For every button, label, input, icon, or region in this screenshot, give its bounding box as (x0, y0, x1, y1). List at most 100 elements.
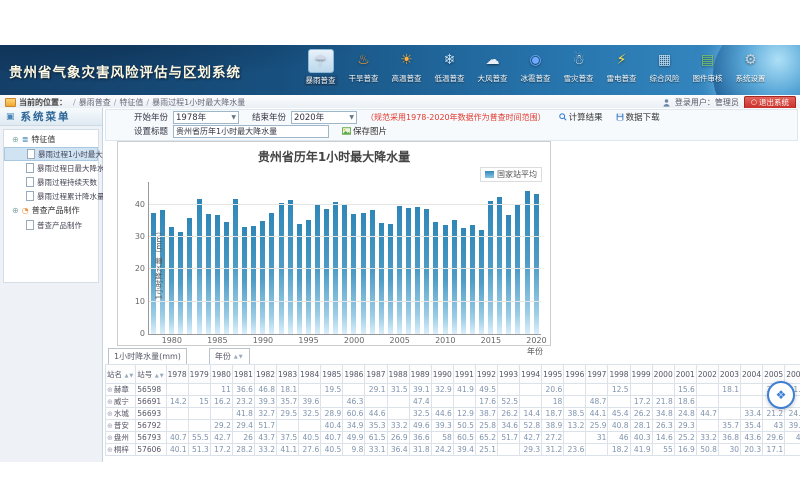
sidebar-item-1-1[interactable]: 暴雨过程1小时最大降水量 (4, 147, 98, 161)
column-header-year-1984-label: 1984 (300, 370, 319, 379)
column-header-year-1988[interactable]: 1988 (387, 365, 409, 384)
sidebar-item-1-2[interactable]: 暴雨过程日最大降水量 (4, 161, 98, 175)
row-expander-icon[interactable]: ⊕ (107, 434, 113, 442)
sort-arrows-icon[interactable]: ▲▼ (122, 373, 134, 379)
column-header-year-2003[interactable]: 2003 (718, 365, 740, 384)
column-header-year-2000[interactable]: 2000 (652, 365, 674, 384)
column-header-year-2001[interactable]: 2001 (674, 365, 696, 384)
column-header-year-2004[interactable]: 2004 (741, 365, 763, 384)
sidebar-group-1[interactable]: ⊕≣特征值 (4, 132, 98, 147)
toolbar-item-9[interactable]: ▦综合风险 (645, 49, 684, 86)
column-header-year-1994[interactable]: 1994 (520, 365, 542, 384)
breadcrumb-item-1[interactable]: 暴雨普查 (79, 98, 111, 107)
value-cell (365, 396, 387, 408)
measure-selector[interactable]: 1小时降水量(mm) (108, 348, 187, 365)
column-header-year-2002-label: 2002 (698, 370, 717, 379)
column-header-year-1984[interactable]: 1984 (299, 365, 321, 384)
column-header-station-name[interactable]: 站名 ▲▼ (106, 365, 136, 384)
column-header-station-id[interactable]: 站号 ▲▼ (136, 365, 166, 384)
sidebar-group-2[interactable]: ⊕◔普查产品制作 (4, 203, 98, 218)
toolbar-item-4[interactable]: ❄低温普查 (430, 49, 469, 86)
value-cell: 26.3 (652, 420, 674, 432)
toolbar-item-10[interactable]: ▤图件审核 (688, 49, 727, 86)
row-expander-icon[interactable]: ⊕ (107, 446, 113, 454)
toolbar-item-8[interactable]: ⚡雷电普查 (602, 49, 641, 86)
column-header-year-1991[interactable]: 1991 (453, 365, 475, 384)
toolbar-item-label: 综合风险 (650, 73, 680, 84)
row-expander-icon[interactable]: ⊕ (107, 410, 113, 418)
chevron-down-icon: ▼ (349, 114, 354, 121)
calculate-button[interactable]: 计算结果 (559, 111, 603, 123)
value-cell: 32.9 (431, 384, 453, 396)
value-cell: 31.8 (409, 444, 431, 456)
row-expander-icon[interactable]: ⊕ (107, 386, 113, 394)
column-header-year-1987[interactable]: 1987 (365, 365, 387, 384)
toolbar-item-6[interactable]: ◉冰雹普查 (516, 49, 555, 86)
sidebar-item-2-1[interactable]: 普查产品制作 (4, 218, 98, 232)
gridline (149, 268, 541, 269)
pivot-year-selector[interactable]: 年份 ▲▼ (209, 348, 250, 365)
sort-arrows-icon[interactable]: ▲▼ (152, 373, 164, 379)
sidebar-item-1-3[interactable]: 暴雨过程持续天数 (4, 175, 98, 189)
column-header-year-1993[interactable]: 1993 (497, 365, 519, 384)
column-header-year-1979[interactable]: 1979 (188, 365, 210, 384)
column-header-year-1981[interactable]: 1981 (232, 365, 254, 384)
toolbar-item-11[interactable]: ⚙系统设置 (731, 49, 770, 86)
value-cell: 11 (210, 384, 232, 396)
value-cell: 31.5 (387, 384, 409, 396)
column-header-year-1996[interactable]: 1996 (564, 365, 586, 384)
column-header-year-1997[interactable]: 1997 (586, 365, 608, 384)
tree-expander-icon[interactable]: ⊕ (12, 135, 19, 144)
tree-expander-icon[interactable]: ⊕ (12, 206, 19, 215)
station-name: 威宁 (114, 397, 129, 406)
breadcrumb-item-3[interactable]: 暴雨过程1小时最大降水量 (152, 98, 245, 107)
column-header-year-1978-label: 1978 (168, 370, 187, 379)
value-cell (166, 408, 188, 420)
toolbar-item-1[interactable]: ☂暴雨普查 (301, 49, 340, 86)
column-header-year-1998[interactable]: 1998 (608, 365, 630, 384)
column-header-year-2006[interactable]: 2006 (785, 365, 800, 384)
page-icon (26, 191, 34, 201)
bar-1985 (215, 215, 220, 334)
column-header-year-1980[interactable]: 1980 (210, 365, 232, 384)
download-button[interactable]: 数据下载 (616, 111, 660, 123)
column-header-year-1990[interactable]: 1990 (431, 365, 453, 384)
chart-legend[interactable]: 国家站平均 (480, 167, 542, 182)
floating-widget-icon[interactable]: ❖ (767, 381, 795, 409)
x-tick-label: 1985 (207, 336, 227, 345)
column-header-year-1980-label: 1980 (212, 370, 231, 379)
bar-2019 (525, 191, 530, 334)
toolbar-item-3[interactable]: ☀高温普查 (387, 49, 426, 86)
column-header-year-1982[interactable]: 1982 (254, 365, 276, 384)
save-image-button[interactable]: 保存图片 (342, 125, 387, 137)
settings-icon: ⚙ (739, 49, 763, 71)
value-cell: 36.6 (409, 432, 431, 444)
column-header-year-1995[interactable]: 1995 (542, 365, 564, 384)
bar-1990 (260, 221, 265, 334)
column-header-year-1992[interactable]: 1992 (475, 365, 497, 384)
sidebar-item-1-4[interactable]: 暴雨过程累计降水量 (4, 189, 98, 203)
sidebar-item-label: 暴雨过程日最大降水量 (37, 163, 112, 174)
toolbar-item-label: 雪灾普查 (564, 73, 594, 84)
table-row: ⊕盘州5679340.755.542.72643.737.540.540.749… (106, 432, 800, 444)
value-cell: 30 (718, 444, 740, 456)
end-year-select[interactable]: 2020年 ▼ (291, 111, 357, 124)
row-expander-icon[interactable]: ⊕ (107, 422, 113, 430)
start-year-select[interactable]: 1978年 ▼ (173, 111, 239, 124)
column-header-year-2002[interactable]: 2002 (696, 365, 718, 384)
value-cell: 20.6 (542, 384, 564, 396)
chart-title-input[interactable] (173, 125, 329, 138)
column-header-year-1989[interactable]: 1989 (409, 365, 431, 384)
value-cell: 41.9 (630, 444, 652, 456)
column-header-year-1986[interactable]: 1986 (343, 365, 365, 384)
column-header-year-1999[interactable]: 1999 (630, 365, 652, 384)
toolbar-item-2[interactable]: ♨干旱普查 (344, 49, 383, 86)
column-header-year-1978[interactable]: 1978 (166, 365, 188, 384)
header-banner: 贵州省气象灾害风险评估与区划系统 ☂暴雨普查♨干旱普查☀高温普查❄低温普查☁大风… (0, 45, 800, 95)
breadcrumb-item-2[interactable]: 特征值 (119, 98, 143, 107)
toolbar-item-5[interactable]: ☁大风普查 (473, 49, 512, 86)
toolbar-item-7[interactable]: ☃雪灾普查 (559, 49, 598, 86)
column-header-year-1985[interactable]: 1985 (321, 365, 343, 384)
row-expander-icon[interactable]: ⊕ (107, 398, 113, 406)
column-header-year-1983[interactable]: 1983 (277, 365, 299, 384)
